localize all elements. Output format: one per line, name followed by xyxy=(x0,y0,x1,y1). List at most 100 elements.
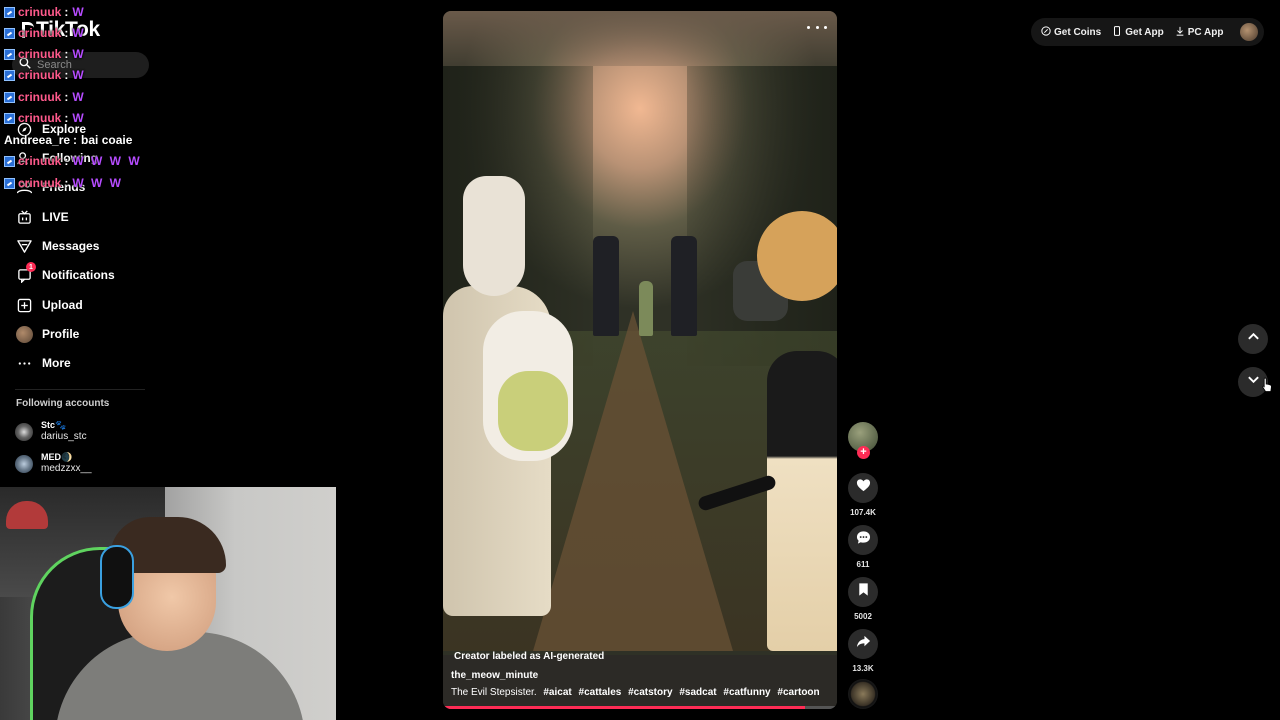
chat-username: crinuuk xyxy=(18,68,62,82)
chat-colon: : xyxy=(64,154,69,168)
hashtag-link[interactable]: #sadcat xyxy=(679,687,716,698)
live-icon xyxy=(15,208,33,226)
account-name: MED🌒 xyxy=(41,452,73,462)
video-caption-bar xyxy=(443,655,837,709)
ai-generated-label: Creator labeled as AI-generated xyxy=(454,651,605,662)
chat-badge-icon xyxy=(4,6,15,18)
webcam-feed xyxy=(0,487,336,720)
user-avatar[interactable] xyxy=(1239,23,1258,41)
nav-item-notifications[interactable]: 1 Notifications xyxy=(15,262,115,286)
chat-username: crinuuk xyxy=(18,26,62,40)
music-disc-icon[interactable] xyxy=(848,679,878,709)
save-button[interactable]: 5002 xyxy=(848,577,878,621)
video-author[interactable]: the_meow_minute xyxy=(451,670,538,681)
chat-text: W xyxy=(72,90,86,104)
nav-item-profile[interactable]: Profile xyxy=(15,323,79,345)
chevron-down-icon xyxy=(1247,373,1260,391)
messages-icon xyxy=(15,237,33,255)
follow-plus-button[interactable]: + xyxy=(857,446,870,459)
description-text: The Evil Stepsister. xyxy=(451,687,537,698)
chat-colon: : xyxy=(64,47,69,61)
more-options-icon[interactable] xyxy=(807,19,827,35)
chat-colon: : xyxy=(64,176,69,190)
chat-colon: : xyxy=(73,133,78,147)
chat-colon: : xyxy=(64,68,69,82)
video-progress-bar[interactable] xyxy=(443,706,837,709)
pc-app-button[interactable]: PC App xyxy=(1175,26,1224,39)
video-progress-fill xyxy=(443,706,806,709)
video-top-band xyxy=(443,11,837,66)
hashtag-link[interactable]: #catstory xyxy=(628,687,672,698)
nav-item-more[interactable]: More xyxy=(15,352,71,374)
video-police-figure xyxy=(593,236,619,336)
get-coins-label: Get Coins xyxy=(1054,26,1102,38)
chat-colon: : xyxy=(64,26,69,40)
share-icon xyxy=(856,634,871,654)
get-app-label: Get App xyxy=(1125,26,1164,38)
chat-message: crinuuk: W xyxy=(4,67,86,83)
chevron-up-icon xyxy=(1247,330,1260,348)
download-icon xyxy=(1175,26,1188,39)
chat-badge-icon xyxy=(4,91,15,103)
hashtag-link[interactable]: #catfunny xyxy=(723,687,770,698)
account-handle: medzzxx__ xyxy=(41,463,92,474)
video-police-figure xyxy=(671,236,697,336)
following-accounts-title: Following accounts xyxy=(16,398,110,409)
video-stepsister-figure xyxy=(757,211,837,651)
heart-icon xyxy=(856,478,871,498)
coin-icon xyxy=(1041,25,1054,39)
following-account[interactable]: MED🌒 medzzxx__ xyxy=(15,452,92,475)
video-description: The Evil Stepsister. #aicat #cattales #c… xyxy=(451,687,820,698)
comment-icon xyxy=(856,530,871,550)
chat-username: crinuuk xyxy=(18,176,62,190)
chat-badge-icon xyxy=(4,155,15,167)
get-coins-button[interactable]: Get Coins xyxy=(1041,25,1102,39)
chat-badge-icon xyxy=(4,112,15,124)
following-account[interactable]: Stc🐾 darius_stc xyxy=(15,420,87,443)
chat-username: crinuuk xyxy=(18,5,62,19)
account-avatar xyxy=(15,454,33,473)
chat-badge-icon xyxy=(4,27,15,39)
hashtag-link[interactable]: #cartoon xyxy=(777,687,819,698)
chat-username: crinuuk xyxy=(18,111,62,125)
nav-label: Messages xyxy=(42,239,100,253)
like-button[interactable]: 107.4K xyxy=(848,473,878,517)
nav-label: Notifications xyxy=(42,268,115,282)
chat-message: crinuuk: W xyxy=(4,4,86,20)
comment-count: 611 xyxy=(856,560,870,569)
chat-message: crinuuk: W xyxy=(4,89,86,105)
bookmark-icon xyxy=(856,582,871,602)
nav-item-upload[interactable]: Upload xyxy=(15,294,83,316)
chat-message: crinuuk: W xyxy=(4,110,86,126)
get-app-button[interactable]: Get App xyxy=(1112,25,1164,39)
video-player[interactable]: Creator labeled as AI-generated the_meow… xyxy=(443,11,837,709)
notifications-icon: 1 xyxy=(15,262,36,284)
chat-text: W xyxy=(72,26,86,40)
share-button[interactable]: 13.3K xyxy=(848,629,878,673)
video-baby-cat xyxy=(483,311,573,461)
sidebar-divider xyxy=(15,389,145,390)
chat-username: crinuuk xyxy=(18,47,62,61)
nav-label: Upload xyxy=(42,298,83,312)
account-avatar xyxy=(15,422,33,441)
save-count: 5002 xyxy=(854,612,872,621)
chat-username: crinuuk xyxy=(18,90,62,104)
nav-item-messages[interactable]: Messages xyxy=(15,235,99,257)
nav-label: LIVE xyxy=(42,210,69,224)
account-handle: darius_stc xyxy=(41,431,87,442)
hashtag-link[interactable]: #cattales xyxy=(579,687,622,698)
comment-button[interactable]: 611 xyxy=(848,525,878,569)
chat-colon: : xyxy=(64,111,69,125)
upload-icon xyxy=(15,296,33,314)
chat-text: W xyxy=(72,111,86,125)
previous-video-button[interactable] xyxy=(1238,324,1268,354)
chat-message: crinuuk: W xyxy=(4,25,86,41)
hashtag-link[interactable]: #aicat xyxy=(543,687,571,698)
chat-text: W W W xyxy=(72,176,123,190)
like-count: 107.4K xyxy=(850,508,876,517)
chat-badge-icon xyxy=(4,177,15,189)
nav-item-live[interactable]: LIVE xyxy=(15,206,69,228)
chat-text: W W W W xyxy=(72,154,142,168)
phone-icon xyxy=(1112,25,1125,39)
account-name: Stc🐾 xyxy=(41,420,67,430)
